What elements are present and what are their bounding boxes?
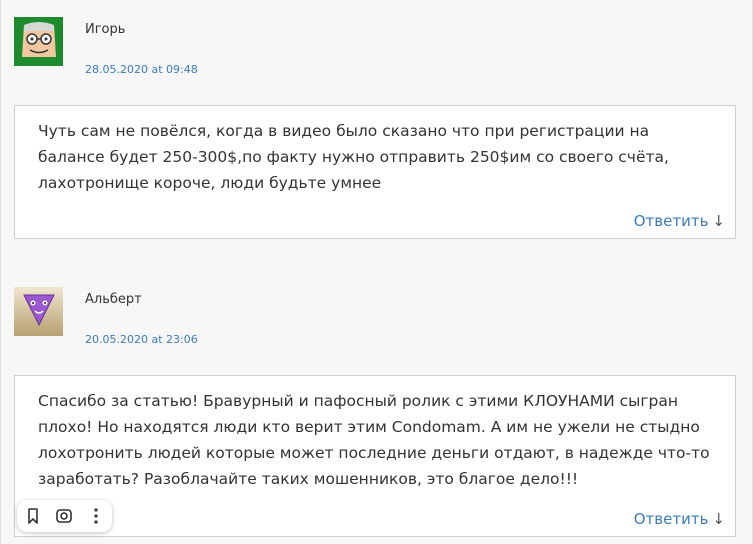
comment-text: Спасибо за статью! Бравурный и пафосный … <box>38 392 710 488</box>
arrow-down-icon: ↓ <box>712 510 725 528</box>
arrow-down-icon: ↓ <box>712 212 725 230</box>
bookmark-icon[interactable] <box>23 506 43 526</box>
avatar <box>14 17 63 66</box>
floating-toolbar <box>17 500 112 532</box>
comment-author: Альберт <box>85 292 142 307</box>
comment-text: Чуть сам не повёлся, когда в видео было … <box>38 122 669 192</box>
reply-button[interactable]: Ответить ↓ <box>634 510 725 528</box>
comment-author: Игорь <box>85 22 126 37</box>
comments-section: Игорь 28.05.2020 at 09:48 Чуть сам не по… <box>0 0 753 544</box>
avatar <box>14 287 63 336</box>
more-vertical-icon[interactable] <box>86 506 106 526</box>
comment-box: Чуть сам не повёлся, когда в видео было … <box>14 105 736 239</box>
green-nerd-avatar-icon <box>14 17 63 66</box>
purple-triangle-avatar-icon <box>14 287 63 336</box>
lens-search-icon[interactable] <box>54 506 74 526</box>
reply-button[interactable]: Ответить ↓ <box>634 212 725 230</box>
reply-label: Ответить <box>633 510 709 528</box>
comment-box: Спасибо за статью! Бравурный и пафосный … <box>14 375 736 537</box>
comment-date[interactable]: 28.05.2020 at 09:48 <box>85 63 198 76</box>
comment-date[interactable]: 20.05.2020 at 23:06 <box>85 333 198 346</box>
reply-label: Ответить <box>633 212 709 230</box>
